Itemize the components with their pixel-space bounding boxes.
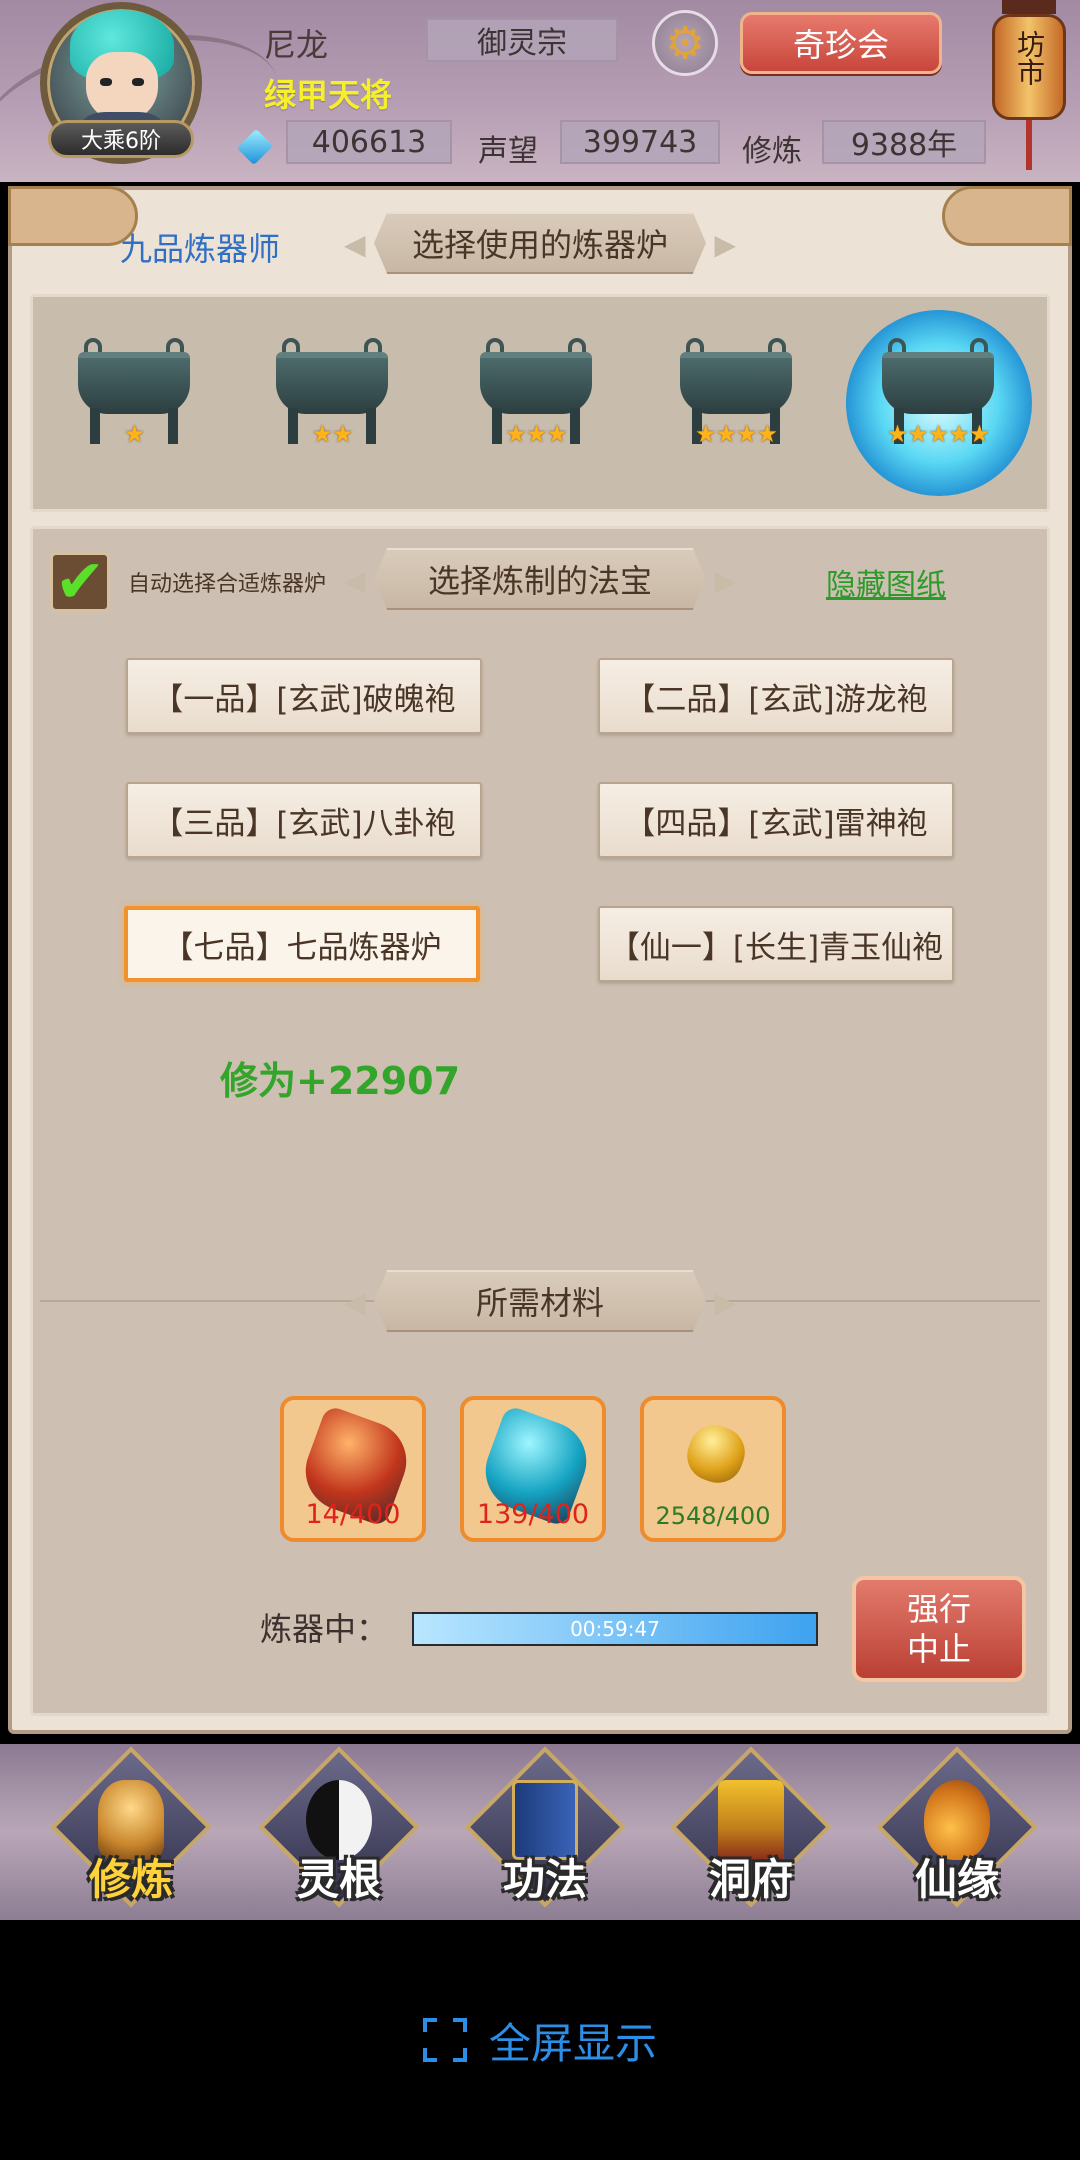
nav-cave-abode[interactable]: 洞府	[670, 1746, 832, 1910]
player-name: 尼龙	[264, 26, 329, 64]
sect-name[interactable]: 御灵宗	[426, 18, 618, 62]
furnace-3-star[interactable]: ★★★	[468, 338, 604, 458]
ribbon-arrow-right-icon: ▶	[714, 228, 736, 261]
material-slot-gold-nugget[interactable]: 2548/400	[640, 1396, 786, 1542]
lantern-cap	[1002, 0, 1056, 14]
force-abort-label: 强行中止	[906, 1590, 971, 1668]
checkmark-icon: ✔	[54, 547, 106, 617]
avatar-eye	[132, 78, 144, 86]
auto-select-checkbox[interactable]: ✔	[50, 552, 110, 612]
furnace-5-star-selected[interactable]: ★★★★★	[870, 338, 1006, 458]
recipe-button[interactable]: 【二品】[玄武]游龙袍	[598, 658, 954, 734]
nav-cultivate[interactable]: 修炼	[50, 1746, 212, 1910]
furnace-star-rating: ★★★★★	[886, 420, 991, 448]
ribbon-arrow-right-icon: ▶	[714, 564, 736, 597]
treasure-auction-button[interactable]: 奇珍会	[740, 12, 942, 74]
furnace-bowl	[680, 352, 792, 414]
material-count: 139/400	[476, 1499, 590, 1530]
furnace-2-star[interactable]: ★★	[264, 338, 400, 458]
expand-corner	[422, 2018, 437, 2032]
nav-immortal-fate[interactable]: 仙缘	[876, 1746, 1038, 1910]
prestige-label: 声望	[478, 134, 538, 169]
furnace-bowl	[78, 352, 190, 414]
material-count: 14/400	[305, 1499, 401, 1530]
nav-label: 灵根	[296, 1855, 381, 1904]
furnace-bowl	[480, 352, 592, 414]
expand-corner	[452, 2048, 467, 2062]
material-slot-cyan-crystal[interactable]: 139/400	[460, 1396, 606, 1542]
nav-label: 洞府	[708, 1855, 793, 1904]
recipe-button[interactable]: 【三品】[玄武]八卦袍	[126, 782, 482, 858]
furnace-star-rating: ★	[123, 420, 146, 448]
market-lantern-button[interactable]: 坊市	[992, 0, 1066, 170]
furnace-star-rating: ★★★	[505, 420, 568, 448]
fullscreen-label: 全屏显示	[488, 2018, 657, 2068]
expand-corner	[422, 2048, 437, 2062]
cultivation-years: 9388年	[822, 120, 986, 164]
recipe-button-selected[interactable]: 【七品】七品炼器炉	[124, 906, 480, 982]
spirit-stone-count: 406613	[286, 120, 452, 164]
expand-icon	[422, 2018, 467, 2062]
furnace-1-star[interactable]: ★	[66, 338, 202, 458]
ribbon-arrow-right-icon: ▶	[714, 1286, 736, 1319]
refining-progress-bar: 00:59:47	[412, 1612, 818, 1646]
item-section-title-text: 选择炼制的法宝	[427, 562, 652, 600]
cloud-corner-right	[942, 186, 1072, 246]
gold-nugget-icon	[680, 1418, 752, 1490]
settings-gear-icon[interactable]: ⚙	[652, 10, 718, 76]
lantern-tassel	[1026, 120, 1032, 170]
expand-corner	[452, 2018, 467, 2032]
force-abort-button[interactable]: 强行中止	[852, 1576, 1026, 1682]
auto-select-label: 自动选择合适炼器炉	[128, 572, 327, 597]
cloud-corner-left	[8, 186, 138, 246]
furnace-star-rating: ★★★★	[694, 420, 778, 448]
furnace-section-title: ◀ 选择使用的炼器炉 ▶	[344, 212, 736, 274]
recipe-button[interactable]: 【仙一】[长生]青玉仙袍	[598, 906, 954, 982]
material-slot-red-ore[interactable]: 14/400	[280, 1396, 426, 1542]
cultivation-gain-text: 修为+22907	[220, 1059, 461, 1103]
prestige-value: 399743	[560, 120, 720, 164]
materials-section-title-text: 所需材料	[475, 1284, 604, 1322]
refiner-rank: 九品炼器师	[120, 230, 281, 268]
cultivation-label: 修炼	[742, 134, 802, 169]
market-lantern-label: 坊市	[1013, 30, 1046, 86]
furnace-4-star[interactable]: ★★★★	[668, 338, 804, 458]
nav-techniques[interactable]: 功法	[464, 1746, 626, 1910]
recipe-button[interactable]: 【一品】[玄武]破魄袍	[126, 658, 482, 734]
ribbon-arrow-left-icon: ◀	[344, 228, 366, 261]
item-section-title: ◀ 选择炼制的法宝 ▶	[344, 548, 736, 610]
player-title: 绿甲天将	[264, 76, 393, 114]
recipe-button[interactable]: 【四品】[玄武]雷神袍	[598, 782, 954, 858]
nav-label: 功法	[502, 1855, 587, 1904]
market-lantern-text: 坊市	[992, 30, 1066, 93]
avatar-eye	[100, 78, 112, 86]
nav-label: 仙缘	[914, 1855, 999, 1904]
hide-blueprints-link[interactable]: 隐藏图纸	[826, 560, 946, 604]
material-count: 2548/400	[655, 1502, 771, 1530]
realm-level-badge: 大乘6阶	[48, 120, 194, 158]
nav-label: 修炼	[88, 1855, 173, 1904]
ribbon-arrow-left-icon: ◀	[344, 1286, 366, 1319]
furnace-star-rating: ★★	[311, 420, 353, 448]
furnace-bowl	[882, 352, 994, 414]
refining-timer: 00:59:47	[570, 1617, 660, 1641]
ribbon-arrow-left-icon: ◀	[344, 564, 366, 597]
refining-status-label: 炼器中：	[260, 1610, 389, 1648]
furnace-section-title-text: 选择使用的炼器炉	[411, 226, 668, 264]
nav-spirit-root[interactable]: 灵根	[258, 1746, 420, 1910]
furnace-bowl	[276, 352, 388, 414]
fullscreen-button[interactable]: 全屏显示	[0, 2000, 1080, 2080]
materials-section-title: ◀ 所需材料 ▶	[344, 1270, 736, 1332]
